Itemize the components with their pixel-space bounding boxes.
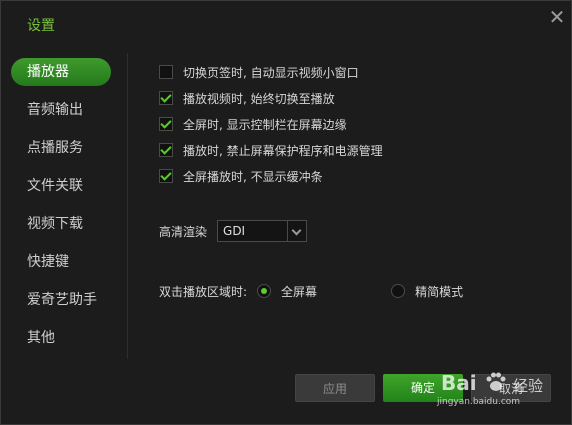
option-label: 全屏播放时, 不显示缓冲条 — [183, 169, 323, 184]
sidebar: 播放器 音频输出 点播服务 文件关联 视频下载 快捷键 爱奇艺助手 其他 — [11, 58, 126, 362]
checkbox-checked[interactable] — [159, 169, 173, 183]
radio-compact-mode-label[interactable]: 精简模式 — [415, 283, 463, 300]
checkbox-unchecked[interactable] — [159, 65, 173, 79]
option-hide-buffer-bar[interactable]: 全屏播放时, 不显示缓冲条 — [159, 163, 383, 189]
checkbox-checked[interactable] — [159, 117, 173, 131]
chevron-down-icon[interactable] — [287, 221, 306, 241]
option-label: 播放视频时, 始终切换至播放 — [183, 91, 335, 106]
option-label: 播放时, 禁止屏幕保护程序和电源管理 — [183, 143, 383, 158]
option-switch-to-player[interactable]: 播放视频时, 始终切换至播放 — [159, 85, 383, 111]
sidebar-item-shortcuts[interactable]: 快捷键 — [11, 248, 126, 276]
ok-button[interactable]: 确定 — [383, 374, 463, 402]
sidebar-item-vod-service[interactable]: 点播服务 — [11, 134, 126, 162]
sidebar-item-video-download[interactable]: 视频下载 — [11, 210, 126, 238]
option-fullscreen-controlbar[interactable]: 全屏时, 显示控制栏在屏幕边缘 — [159, 111, 383, 137]
sidebar-item-file-association[interactable]: 文件关联 — [11, 172, 126, 200]
sidebar-divider — [127, 53, 128, 359]
cancel-button[interactable]: 取消 — [471, 374, 551, 402]
settings-dialog: 设置 ✕ 播放器 音频输出 点播服务 文件关联 视频下载 快捷键 爱奇艺助手 其… — [0, 0, 572, 425]
option-auto-mini-window[interactable]: 切换页签时, 自动显示视频小窗口 — [159, 59, 383, 85]
option-label: 切换页签时, 自动显示视频小窗口 — [183, 65, 359, 80]
sidebar-item-other[interactable]: 其他 — [11, 324, 126, 352]
render-label: 高清渲染 — [159, 224, 208, 239]
render-select-value: GDI — [223, 224, 246, 238]
dialog-title: 设置 — [27, 18, 55, 34]
radio-compact-mode[interactable] — [391, 284, 406, 298]
double-click-setting: 双击播放区域时: 全屏幕 精简模式 — [159, 281, 463, 301]
render-select[interactable]: GDI — [217, 220, 308, 242]
render-setting: 高清渲染 GDI — [159, 219, 308, 243]
sidebar-item-audio-output[interactable]: 音频输出 — [11, 96, 126, 124]
sidebar-item-iqiyi-assistant[interactable]: 爱奇艺助手 — [11, 286, 126, 314]
option-disable-screensaver[interactable]: 播放时, 禁止屏幕保护程序和电源管理 — [159, 137, 383, 163]
checkbox-checked[interactable] — [159, 143, 173, 157]
option-label: 全屏时, 显示控制栏在屏幕边缘 — [183, 117, 347, 132]
double-click-label: 双击播放区域时: — [159, 284, 248, 299]
sidebar-item-player[interactable]: 播放器 — [11, 58, 111, 86]
apply-button[interactable]: 应用 — [295, 374, 375, 402]
player-options: 切换页签时, 自动显示视频小窗口 播放视频时, 始终切换至播放 全屏时, 显示控… — [159, 59, 383, 189]
radio-fullscreen[interactable] — [257, 284, 272, 298]
close-icon[interactable]: ✕ — [547, 7, 567, 27]
radio-fullscreen-label[interactable]: 全屏幕 — [281, 283, 317, 300]
checkbox-checked[interactable] — [159, 91, 173, 105]
